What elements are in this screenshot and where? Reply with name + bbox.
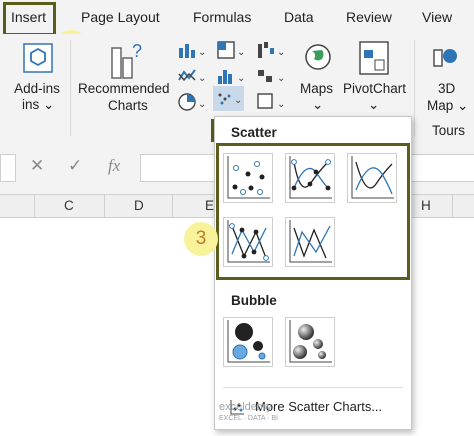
combo-chart-icon[interactable]: ⌄ <box>256 66 286 91</box>
insert-tab-highlight <box>3 2 56 36</box>
tab-review[interactable]: Review <box>346 9 392 25</box>
svg-text:⌄: ⌄ <box>237 47 245 58</box>
name-box[interactable] <box>0 154 16 182</box>
panel-divider <box>223 387 403 388</box>
waterfall-chart-icon[interactable]: ⌄ <box>256 40 286 65</box>
pivotchart-icon[interactable] <box>358 40 390 76</box>
column-header-h[interactable]: H <box>421 198 431 213</box>
scatter-options-highlight <box>216 143 410 280</box>
column-separator[interactable] <box>34 195 35 217</box>
3d-map-label-text: Map <box>427 98 454 113</box>
recommended-charts-label-2[interactable]: Charts <box>108 97 148 115</box>
step-3-marker: 3 <box>184 222 218 256</box>
pivot-small-icon[interactable]: ⌄ <box>256 92 286 117</box>
scatter-section-title: Scatter <box>231 125 277 140</box>
watermark-name: exceldemy <box>219 401 272 413</box>
svg-text:⌄: ⌄ <box>277 47 285 58</box>
enter-icon[interactable]: ✓ <box>68 156 82 176</box>
bubble-chart-icon <box>227 320 270 363</box>
tab-view[interactable]: View <box>422 9 452 25</box>
hierarchy-chart-icon[interactable]: ⌄ <box>216 40 246 65</box>
svg-text:?: ? <box>132 41 142 61</box>
tours-group-label: Tours <box>432 123 466 138</box>
column-chart-icon[interactable]: ⌄ <box>177 40 207 65</box>
cancel-icon[interactable]: ✕ <box>30 156 44 176</box>
3d-bubble-chart-option[interactable] <box>285 317 335 367</box>
column-header-e[interactable]: E <box>205 198 214 213</box>
fx-icon[interactable]: fx <box>108 156 120 176</box>
addins-dropdown-chevron-icon[interactable]: ins ⌄ <box>22 96 54 114</box>
group-separator <box>70 40 71 136</box>
column-separator[interactable] <box>452 195 453 217</box>
recommended-charts-label[interactable]: Recommended <box>78 80 170 98</box>
pivotchart-chevron-icon[interactable]: ⌄ <box>368 96 379 114</box>
addins-icon[interactable] <box>22 42 54 74</box>
bubble-chart-option[interactable] <box>223 317 273 367</box>
more-scatter-charts-link[interactable]: More Scatter Charts... <box>255 399 382 414</box>
3d-map-label-2[interactable]: Map ⌄ <box>427 97 468 115</box>
svg-text:⌄: ⌄ <box>198 73 206 84</box>
column-separator[interactable] <box>172 195 173 217</box>
svg-text:⌄: ⌄ <box>198 99 206 110</box>
3d-bubble-chart-icon <box>289 320 332 363</box>
svg-text:⌄: ⌄ <box>198 47 206 58</box>
scatter-chart-button[interactable]: ⌄ <box>213 86 244 111</box>
svg-text:⌄: ⌄ <box>234 95 242 106</box>
globe-icon[interactable] <box>303 42 333 72</box>
svg-text:⌄: ⌄ <box>277 99 285 110</box>
svg-text:⌄: ⌄ <box>237 73 245 84</box>
pie-chart-icon[interactable]: ⌄ <box>177 92 207 117</box>
3d-map-icon[interactable] <box>430 42 460 72</box>
column-separator[interactable] <box>104 195 105 217</box>
maps-chevron-icon[interactable]: ⌄ <box>312 96 323 114</box>
3d-map-label[interactable]: 3D <box>438 80 455 98</box>
tab-formulas[interactable]: Formulas <box>193 9 251 25</box>
column-header-d[interactable]: D <box>134 198 144 213</box>
watermark-tagline: EXCEL · DATA · BI <box>219 415 278 422</box>
recommended-charts-icon[interactable]: ? <box>108 40 144 80</box>
svg-text:⌄: ⌄ <box>277 73 285 84</box>
tab-page-layout[interactable]: Page Layout <box>81 9 160 25</box>
bubble-section-title: Bubble <box>231 293 277 308</box>
watermark: exceldemy <box>219 401 272 413</box>
column-header-c[interactable]: C <box>64 198 74 213</box>
group-separator-2 <box>414 40 415 136</box>
ribbon-tab-bar: Insert Page Layout Formulas Data Review … <box>0 0 474 34</box>
tab-data[interactable]: Data <box>284 9 314 25</box>
line-chart-icon[interactable]: ⌄ <box>177 66 207 91</box>
